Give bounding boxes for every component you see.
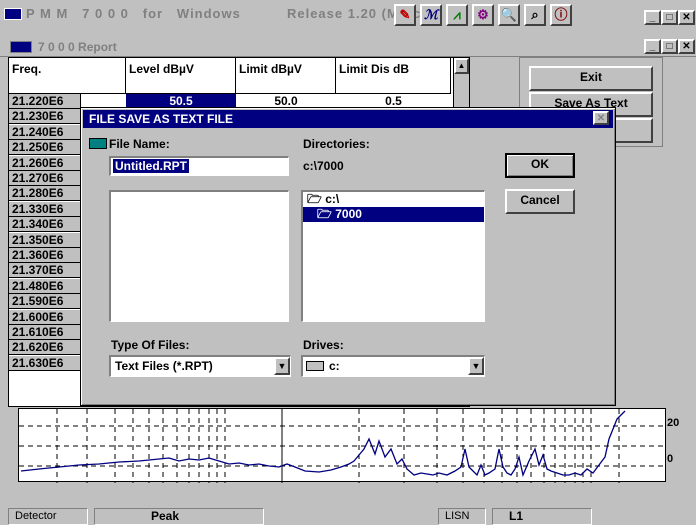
table-row-freq[interactable]: 21.360E6 [9,248,81,263]
dir-item-root[interactable]: 🗁 c:\ [303,192,484,207]
exit-button[interactable]: Exit [529,66,653,91]
table-row-freq[interactable]: 21.230E6 [9,109,81,125]
table-row-freq[interactable]: 21.250E6 [9,140,81,156]
table-row-freq[interactable]: 21.330E6 [9,201,81,217]
table-row-freq[interactable]: 21.370E6 [9,263,81,279]
dialog-title: FILE SAVE AS TEXT FILE [83,110,613,128]
search-tool-icon[interactable]: 🔍 [498,4,520,26]
table-row-freq[interactable]: 21.350E6 [9,232,81,248]
table-row-freq[interactable]: 21.220E6 [9,94,81,109]
graph-svg [19,409,667,483]
directories-label: Directories: [303,137,370,151]
app-icon[interactable] [4,8,22,20]
file-list[interactable] [109,190,289,322]
file-name-input[interactable]: Untitled.RPT [109,156,289,176]
type-of-files-select[interactable]: Text Files (*.RPT) ▼ [109,355,291,377]
drive-value: c: [329,359,340,373]
file-name-value: Untitled.RPT [113,159,189,173]
dir-root-label: c:\ [325,192,340,206]
table-row-freq[interactable]: 21.340E6 [9,217,81,233]
table-row-freq[interactable]: 21.590E6 [9,294,81,310]
minimize-app-button[interactable]: _ [644,10,661,25]
report-title: 7 0 0 0 Report [38,40,117,54]
table-row-freq[interactable]: 21.610E6 [9,325,81,340]
maximize-app-button[interactable]: □ [661,10,678,25]
graph-y-bottom-label: 0 [667,453,674,465]
header-level: Level dBµV [126,58,236,94]
chevron-down-icon[interactable]: ▼ [468,357,484,375]
drives-label: Drives: [303,338,344,352]
file-name-label: File Name: [109,137,170,151]
drives-select[interactable]: c: ▼ [301,355,485,377]
dis-cell[interactable]: 0.5 [336,94,451,108]
table-row-freq[interactable]: 21.270E6 [9,171,81,186]
table-row-freq[interactable]: 21.630E6 [9,355,81,371]
graph-y-top-label: 20 [667,417,680,429]
level-cell-selected[interactable]: 50.5 [126,94,236,108]
type-of-files-label: Type Of Files: [111,338,190,352]
close-report-button[interactable]: ✕ [678,39,695,54]
maximize-report-button[interactable]: □ [661,39,678,54]
header-freq: Freq. [9,58,126,94]
spectrum-trace [20,410,626,478]
file-icon [89,138,107,149]
dir-7000-label: 7000 [335,207,362,221]
table-row-freq[interactable]: 21.280E6 [9,186,81,202]
minimize-report-button[interactable]: _ [644,39,661,54]
table-row-freq[interactable]: 21.240E6 [9,124,81,140]
dialog-close-button[interactable]: ✕ [593,111,609,125]
scroll-up-arrow-icon[interactable]: ▲ [454,58,469,74]
settings-tool-icon[interactable]: ⚙ [472,4,494,26]
signature-tool-icon[interactable]: ℳ [420,4,442,26]
directory-list[interactable]: 🗁 c:\ 🗁 7000 [301,190,485,322]
ok-button[interactable]: OK [505,153,575,178]
chevron-down-icon[interactable]: ▼ [274,357,290,375]
report-icon [10,41,32,53]
close-app-button[interactable]: ✕ [678,10,695,25]
dir-item-7000[interactable]: 🗁 7000 [303,207,484,222]
header-limit-dis: Limit Dis dB [336,58,451,94]
find-tool-icon[interactable]: ⌕ [524,4,546,26]
spectrum-graph[interactable]: 20 0 [18,408,679,483]
type-of-files-value: Text Files (*.RPT) [115,359,213,373]
drive-icon [306,361,324,371]
current-directory: c:\7000 [303,159,344,173]
folder-open-icon: 🗁 [307,192,322,206]
limit-cell[interactable]: 50.0 [236,94,336,108]
lisn-value: L1 [492,508,592,525]
info-tool-icon[interactable]: ⓘ [550,4,572,26]
table-row-freq[interactable]: 21.600E6 [9,309,81,325]
detector-value: Peak [94,508,264,525]
report-window-bar: 7 0 0 0 Report _ □ ✕ [0,37,696,57]
detector-label: Detector [8,508,88,525]
lisn-label: LISN [438,508,486,525]
table-row-freq[interactable]: 21.620E6 [9,340,81,356]
app-title-bar: P M M 7 0 0 0 for Windows Release 1.20 (… [0,0,696,30]
table-row-freq[interactable]: 21.480E6 [9,278,81,294]
app-title: P M M 7 0 0 0 for Windows Release 1.20 (… [26,6,444,21]
cancel-button[interactable]: Cancel [505,189,575,214]
header-limit: Limit dBµV [236,58,336,94]
folder-open-icon: 🗁 [317,207,332,221]
status-bar: Detector Peak LISN L1 [0,505,696,525]
edit-tool-icon[interactable]: ✎ [394,4,416,26]
chart-tool-icon[interactable]: ⩘ [446,4,468,26]
table-row-freq[interactable]: 21.260E6 [9,155,81,171]
save-as-text-dialog: FILE SAVE AS TEXT FILE ✕ File Name: Unti… [80,107,616,406]
